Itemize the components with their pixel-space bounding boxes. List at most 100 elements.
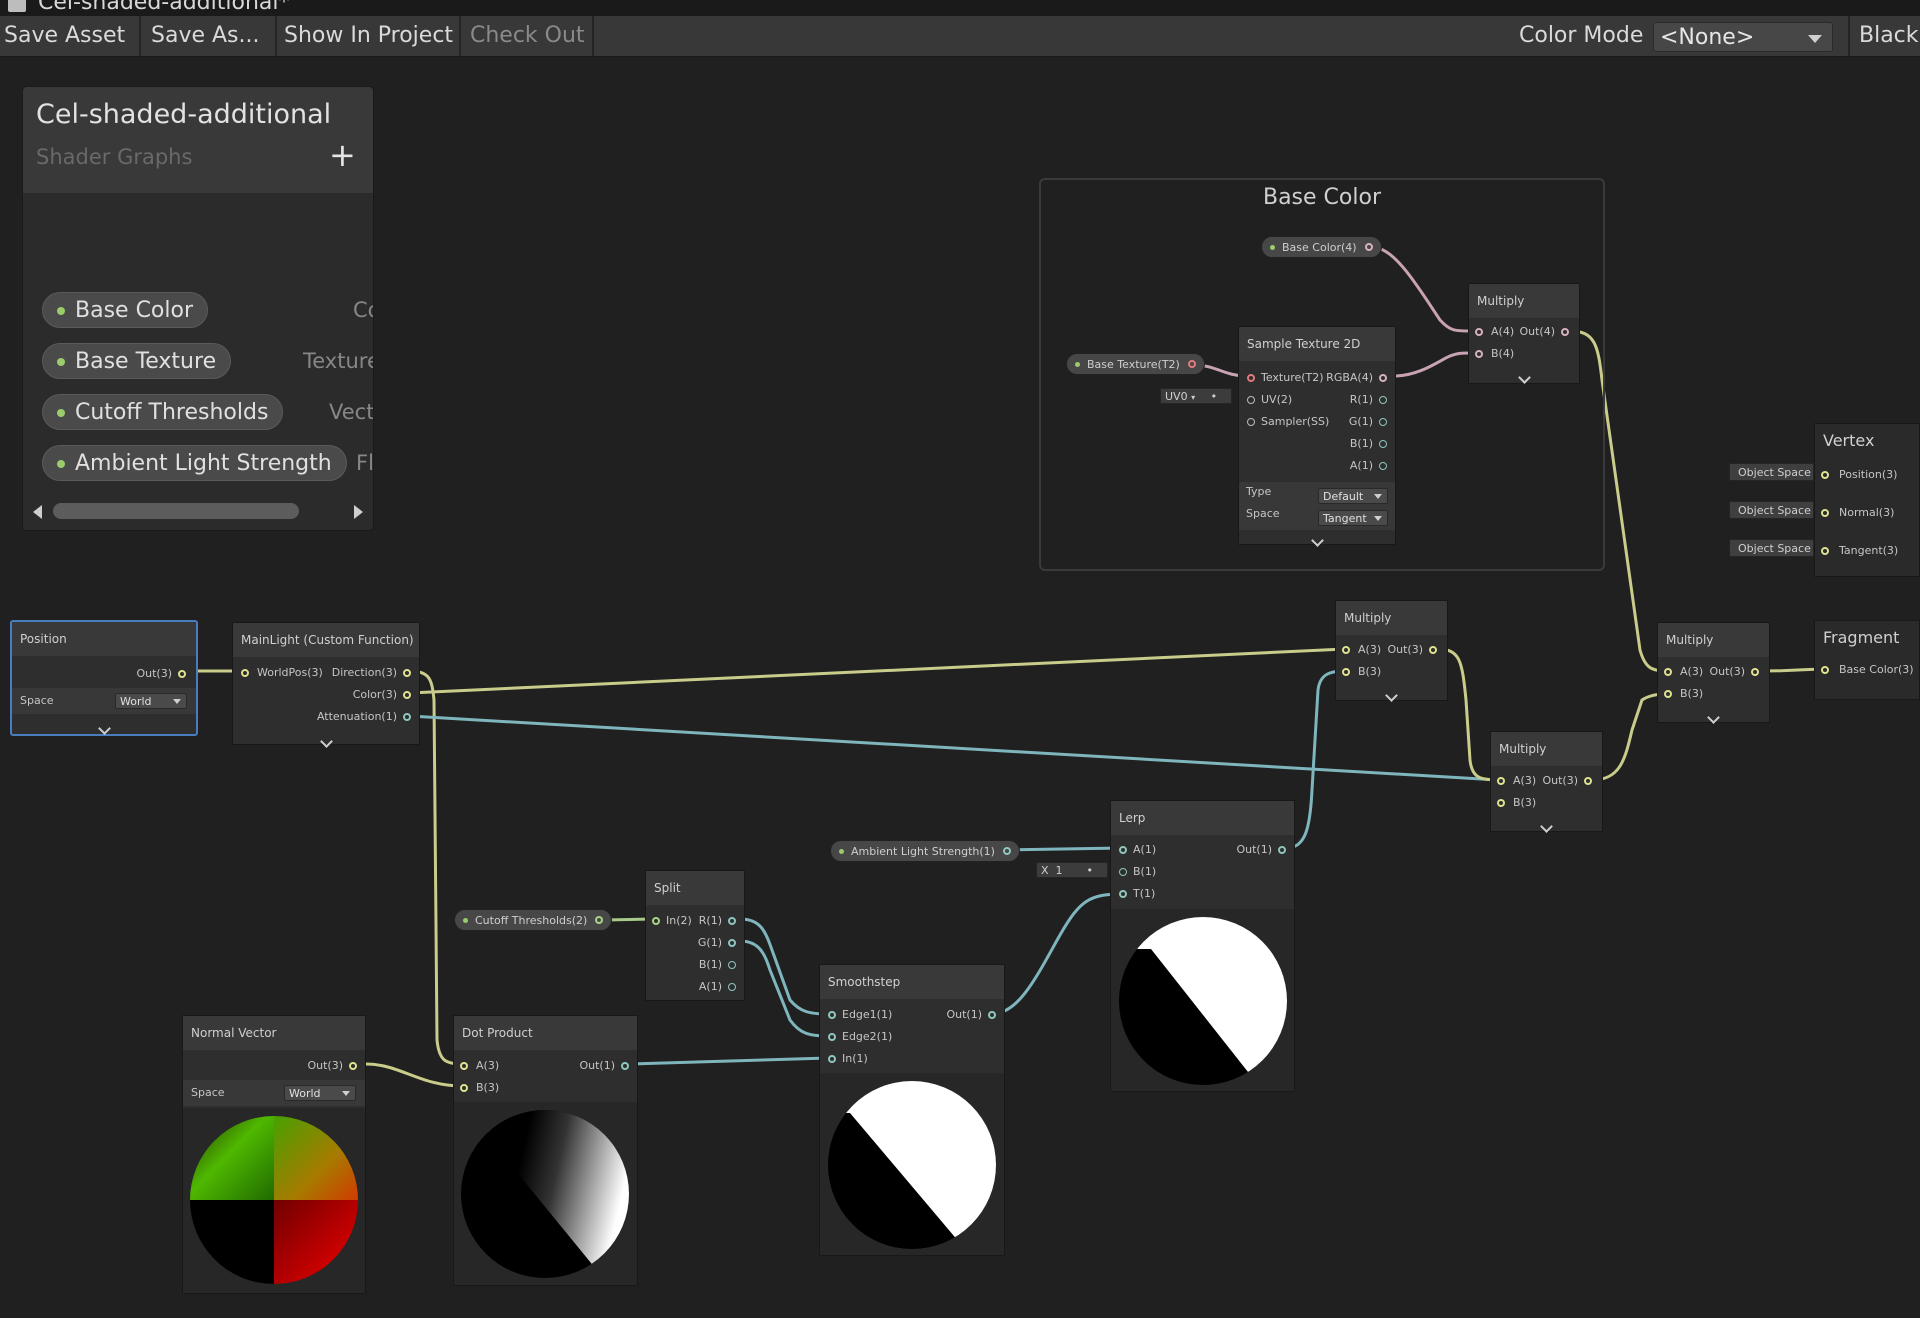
output-port-out[interactable]: Out(3) <box>307 1059 357 1073</box>
input-port-sampler[interactable]: Sampler(SS) <box>1247 415 1329 429</box>
output-port-out[interactable]: Out(4) <box>1519 325 1569 339</box>
collapse-toggle[interactable] <box>1658 707 1769 724</box>
collapse-toggle[interactable] <box>1336 685 1447 702</box>
input-port-edge2[interactable]: Edge2(1) <box>828 1030 892 1044</box>
input-port-a[interactable]: A(1) <box>1119 843 1156 857</box>
save-as-button[interactable]: Save As... <box>147 19 264 53</box>
object-space-tangent-pill[interactable]: Object Space <box>1729 539 1814 557</box>
node-title[interactable]: Dot Product <box>454 1016 637 1050</box>
node-title[interactable]: Split <box>646 871 744 905</box>
output-port-out[interactable]: Out(3) <box>136 667 186 681</box>
property-base-texture[interactable]: Base Texture <box>42 343 232 379</box>
output-port-a[interactable]: A(1) <box>699 980 736 994</box>
collapse-toggle[interactable] <box>12 718 196 735</box>
vertex-context[interactable]: Vertex Position(3) Normal(3) Tangent(3) <box>1814 423 1920 577</box>
scroll-left-icon[interactable] <box>33 505 42 519</box>
uv-channel-field[interactable]: UV0 ▾ • <box>1160 388 1232 404</box>
input-port-a[interactable]: A(3) <box>1664 665 1703 679</box>
output-port-out[interactable]: Out(1) <box>946 1008 996 1022</box>
mainlight-custom-function-node[interactable]: MainLight (Custom Function) WorldPos(3) … <box>232 622 420 748</box>
property-ambient-light-strength[interactable]: Ambient Light Strength <box>42 445 347 481</box>
smoothstep-node[interactable]: Smoothstep Edge1(1) Edge2(1) In(1) Out(1… <box>819 964 1005 1256</box>
input-port-uv[interactable]: UV(2) <box>1247 393 1292 407</box>
input-port-b[interactable]: B(3) <box>1497 796 1536 810</box>
node-title[interactable]: Multiply <box>1491 732 1602 766</box>
collapse-toggle[interactable] <box>1239 530 1395 547</box>
add-property-button[interactable]: + <box>329 139 356 171</box>
check-out-button[interactable]: Check Out <box>466 19 589 53</box>
multiply-node-right[interactable]: Multiply A(3) B(3) Out(3) <box>1657 622 1770 724</box>
input-port-b[interactable]: B(3) <box>460 1081 499 1095</box>
base-color-property-node[interactable]: Base Color(4) <box>1261 236 1382 258</box>
output-port[interactable] <box>595 916 604 924</box>
output-port-a[interactable]: A(1) <box>1350 459 1387 473</box>
output-port-b[interactable]: B(1) <box>1350 437 1387 451</box>
blackboard-horizontal-scrollbar[interactable] <box>23 497 373 527</box>
input-port-b[interactable]: B(3) <box>1342 665 1381 679</box>
output-port-r[interactable]: R(1) <box>1350 393 1387 407</box>
base-texture-property-node[interactable]: Base Texture(T2) <box>1066 353 1205 375</box>
output-port-attenuation[interactable]: Attenuation(1) <box>317 710 411 724</box>
node-title[interactable]: Multiply <box>1469 284 1579 318</box>
input-port-in[interactable]: In(1) <box>828 1052 868 1066</box>
input-port-a[interactable]: A(3) <box>1497 774 1536 788</box>
output-port-out[interactable]: Out(3) <box>1542 774 1592 788</box>
output-port-out[interactable]: Out(1) <box>579 1059 629 1073</box>
node-title[interactable]: Normal Vector <box>183 1016 365 1050</box>
node-title[interactable]: Smoothstep <box>820 965 1004 999</box>
lerp-node[interactable]: Lerp A(1) B(1) T(1) Out(1) <box>1110 800 1295 1092</box>
cutoff-thresholds-property-node[interactable]: Cutoff Thresholds(2) <box>454 909 613 931</box>
output-port-rgba[interactable]: RGBA(4) <box>1326 371 1387 385</box>
space-dropdown[interactable]: Tangent <box>1318 510 1388 526</box>
node-title[interactable]: Sample Texture 2D <box>1239 327 1395 361</box>
input-port-b[interactable]: B(1) <box>1119 865 1156 879</box>
input-port-t[interactable]: T(1) <box>1119 887 1155 901</box>
input-port-b[interactable]: B(3) <box>1664 687 1703 701</box>
lerp-b-value-field[interactable]: X 1 • <box>1036 862 1108 878</box>
vertex-block-normal[interactable]: Normal(3) <box>1821 506 1894 520</box>
output-port-out[interactable]: Out(1) <box>1236 843 1286 857</box>
output-port-r[interactable]: R(1) <box>699 914 736 928</box>
scroll-right-icon[interactable] <box>354 505 363 519</box>
input-port-a[interactable]: A(3) <box>460 1059 499 1073</box>
space-dropdown[interactable]: World <box>284 1085 356 1101</box>
dot-product-node[interactable]: Dot Product A(3) B(3) Out(1) <box>453 1015 638 1286</box>
blackboard-toggle-button[interactable]: Blackboard <box>1855 19 1920 53</box>
multiply-node-low[interactable]: Multiply A(3) B(3) Out(3) <box>1490 731 1603 833</box>
input-port-worldpos[interactable]: WorldPos(3) <box>241 666 323 680</box>
normal-vector-node[interactable]: Normal Vector Out(3) Space World <box>182 1015 366 1294</box>
output-port-b[interactable]: B(1) <box>699 958 736 972</box>
fragment-context[interactable]: Fragment Base Color(3) <box>1814 620 1920 700</box>
output-port-direction[interactable]: Direction(3) <box>332 666 411 680</box>
input-port-texture[interactable]: Texture(T2) <box>1247 371 1324 385</box>
property-base-color[interactable]: Base Color <box>42 292 209 328</box>
input-port-edge1[interactable]: Edge1(1) <box>828 1008 892 1022</box>
node-title[interactable]: Lerp <box>1111 801 1294 835</box>
node-title[interactable]: MainLight (Custom Function) <box>233 623 419 657</box>
position-node[interactable]: Position Out(3) Space World <box>10 620 198 736</box>
input-port-b[interactable]: B(4) <box>1475 347 1514 361</box>
space-dropdown[interactable]: World <box>115 693 187 709</box>
color-mode-dropdown[interactable]: <None> <box>1653 22 1833 52</box>
split-node[interactable]: Split In(2) R(1) G(1) B(1) A(1) <box>645 870 745 1001</box>
object-space-normal-pill[interactable]: Object Space <box>1729 501 1814 519</box>
output-port-color[interactable]: Color(3) <box>353 688 411 702</box>
collapse-toggle[interactable] <box>1491 816 1602 833</box>
fragment-block-base-color[interactable]: Base Color(3) <box>1821 663 1914 677</box>
input-port-in[interactable]: In(2) <box>652 914 692 928</box>
output-port[interactable] <box>1002 847 1011 855</box>
collapse-toggle[interactable] <box>233 731 419 748</box>
collapse-toggle[interactable] <box>1469 367 1579 384</box>
output-port-out[interactable]: Out(3) <box>1709 665 1759 679</box>
ambient-light-strength-property-node[interactable]: Ambient Light Strength(1) <box>830 840 1020 862</box>
scrollbar-thumb[interactable] <box>53 503 299 519</box>
output-port-out[interactable]: Out(3) <box>1387 643 1437 657</box>
vertex-block-position[interactable]: Position(3) <box>1821 468 1897 482</box>
group-title[interactable]: Base Color <box>1041 180 1603 216</box>
show-in-project-button[interactable]: Show In Project <box>280 19 457 53</box>
save-asset-button[interactable]: Save Asset <box>0 19 129 53</box>
vertex-block-tangent[interactable]: Tangent(3) <box>1821 544 1898 558</box>
multiply-node-mid[interactable]: Multiply A(3) B(3) Out(3) <box>1335 600 1448 702</box>
sample-texture-2d-node[interactable]: Sample Texture 2D Texture(T2) UV(2) Samp… <box>1238 326 1396 547</box>
output-port[interactable] <box>1364 243 1373 251</box>
